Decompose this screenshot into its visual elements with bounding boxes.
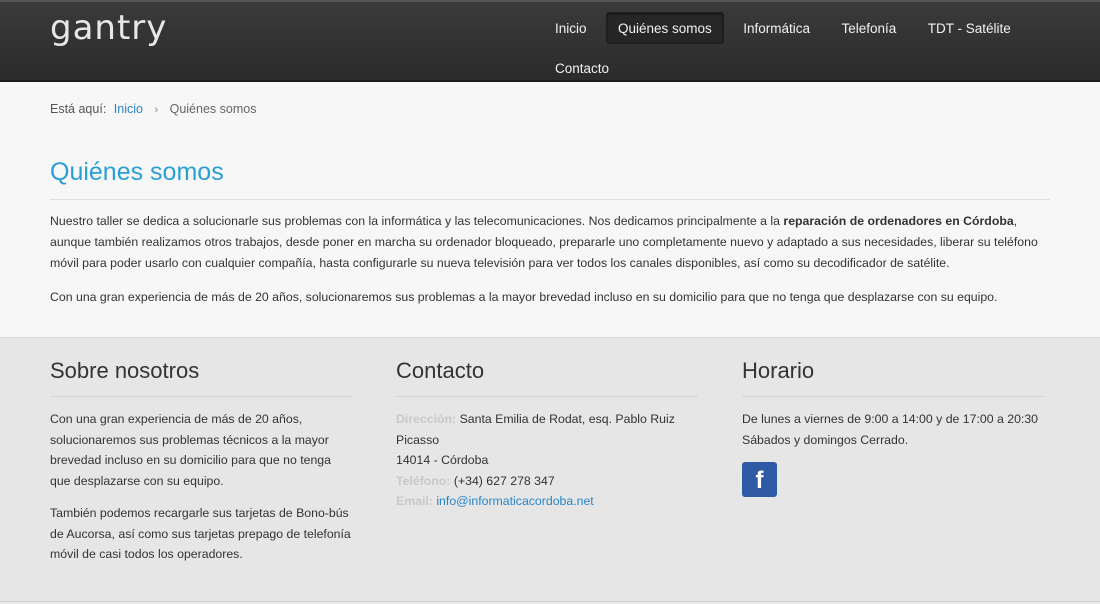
footer-about-text-1: Con una gran experiencia de más de 20 añ… [50,412,331,488]
footer-about: Sobre nosotros Con una gran experiencia … [50,358,352,601]
footer-hours-text: De lunes a viernes de 9:00 a 14:00 y de … [742,409,1044,450]
breadcrumb-current: Quiénes somos [169,102,257,116]
nav-row-2: Contacto [543,52,1063,84]
site-logo[interactable]: gantry [50,8,167,48]
nav-item-telefonia[interactable]: Telefonía [829,12,908,44]
footer-about-title: Sobre nosotros [50,358,352,397]
breadcrumb-home-link[interactable]: Inicio [114,102,143,116]
city-value: 14014 - Córdoba [396,453,489,467]
nav-item-inicio[interactable]: Inicio [543,12,599,44]
breadcrumb: Está aquí: Inicio › Quiénes somos [50,102,1050,116]
breadcrumb-prefix: Está aquí: [50,102,107,116]
facebook-icon[interactable]: f [742,462,777,497]
nav-item-informatica[interactable]: Informática [731,12,822,44]
email-label: Email: [396,494,433,508]
site-footer: Sobre nosotros Con una gran experiencia … [0,338,1100,602]
footer-hours-title: Horario [742,358,1044,397]
experience-paragraph: Con una gran experiencia de más de 20 añ… [50,290,998,304]
main-nav: Inicio Quiénes somos Informática Telefon… [543,12,1063,84]
footer-hours: Horario De lunes a viernes de 9:00 a 14:… [742,358,1044,601]
address-label: Dirección: [396,412,457,426]
hours-weekend: Sábados y domingos Cerrado. [742,432,909,447]
footer-contact-details: Dirección: Santa Emilia de Rodat, esq. P… [396,409,698,512]
nav-item-tdt-satelite[interactable]: TDT - Satélite [916,12,1023,44]
footer-contact-title: Contacto [396,358,698,397]
intro-paragraph: Nuestro taller se dedica a solucionarle … [50,211,1050,274]
nav-item-quienes-somos[interactable]: Quiénes somos [605,12,724,44]
email-link[interactable]: info@informaticacordoba.net [436,494,593,508]
phone-label: Teléfono: [396,473,451,488]
footer-contact: Contacto Dirección: Santa Emilia de Roda… [396,358,698,601]
intro-bold-text: reparación de ordenadores en Córdoba [783,214,1014,228]
page-title: Quiénes somos [50,158,1050,200]
intro-text-a: Nuestro taller se dedica a solucionarle … [50,214,784,228]
site-header: gantry Inicio Quiénes somos Informática … [0,0,1100,82]
hours-weekdays: De lunes a viernes de 9:00 a 14:00 y de … [742,412,1039,426]
chevron-right-icon: › [154,104,159,116]
phone-value: (+34) 627 278 347 [453,473,555,488]
nav-item-contacto[interactable]: Contacto [543,52,621,84]
main-content: Está aquí: Inicio › Quiénes somos Quiéne… [0,82,1100,338]
footer-about-text-2: También podemos recargarle sus tarjetas … [50,506,351,561]
